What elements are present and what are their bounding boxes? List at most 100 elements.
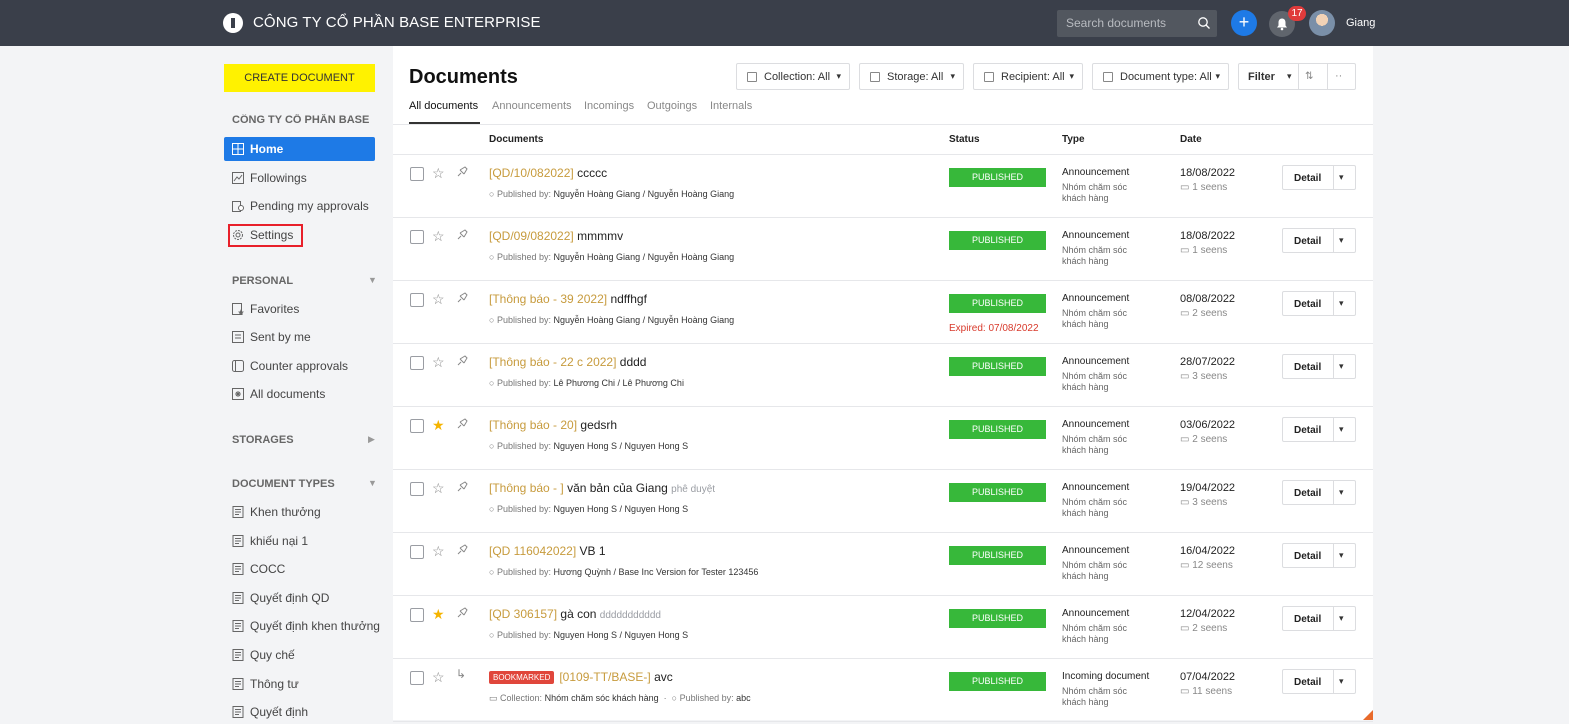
table-row[interactable]: ☆ [QD/10/082022] ccccc ○ Published by: Ngu… bbox=[393, 155, 1373, 218]
status-badge[interactable]: PUBLISHED bbox=[949, 357, 1046, 376]
publisher-name[interactable]: abc bbox=[736, 693, 751, 703]
pin-icon[interactable] bbox=[456, 292, 468, 304]
create-plus-button[interactable]: + bbox=[1231, 10, 1257, 36]
chevron-down-icon[interactable]: ▾ bbox=[1339, 361, 1344, 372]
status-badge[interactable]: PUBLISHED bbox=[949, 231, 1046, 250]
collection-filter[interactable]: Collection: All ▾ bbox=[736, 63, 850, 90]
tab-all-documents[interactable]: All documents bbox=[409, 100, 478, 112]
chevron-down-icon[interactable]: ▾ bbox=[1339, 676, 1344, 687]
recipient-filter[interactable]: Recipient: All ▾ bbox=[973, 63, 1083, 90]
detail-button[interactable]: Detail bbox=[1294, 236, 1321, 247]
chevron-down-icon[interactable]: ▾ bbox=[1287, 71, 1292, 82]
star-icon[interactable]: ★ bbox=[432, 606, 445, 623]
chevron-down-icon[interactable]: ▾ bbox=[1339, 550, 1344, 561]
row-checkbox[interactable] bbox=[410, 608, 424, 622]
storage-filter[interactable]: Storage: All ▾ bbox=[859, 63, 964, 90]
publisher-name[interactable]: Nguyễn Hoàng Giang / Nguyễn Hoàng Giang bbox=[554, 189, 735, 199]
search-input[interactable] bbox=[1066, 16, 1186, 30]
document-name[interactable]: văn bản của Giang bbox=[567, 481, 668, 495]
tab-announcements[interactable]: Announcements bbox=[492, 100, 572, 112]
detail-button[interactable]: Detail bbox=[1294, 299, 1321, 310]
document-title[interactable]: [Thông báo - 39 2022] ndffhgf bbox=[489, 292, 647, 306]
publisher-name[interactable]: Nguyen Hong S / Nguyen Hong S bbox=[554, 630, 689, 640]
company-name[interactable]: CÔNG TY CỔ PHẦN BASE ENTERPRISE bbox=[253, 14, 541, 31]
detail-button[interactable]: Detail bbox=[1294, 551, 1321, 562]
pin-icon[interactable] bbox=[456, 229, 468, 241]
detail-button[interactable]: Detail bbox=[1294, 362, 1321, 373]
status-badge[interactable]: PUBLISHED bbox=[949, 168, 1046, 187]
status-badge[interactable]: PUBLISHED bbox=[949, 294, 1046, 313]
sidebar-item-sent-by-me[interactable]: Sent by me bbox=[224, 325, 375, 349]
document-code[interactable]: [Thông báo - 20] bbox=[489, 418, 577, 432]
chevron-down-icon[interactable]: ▾ bbox=[1339, 172, 1344, 183]
sidebar-item-document-type[interactable]: Quyết định bbox=[224, 700, 375, 724]
document-type-filter[interactable]: Document type: All ▾ bbox=[1092, 63, 1229, 90]
chevron-down-icon[interactable]: ▾ bbox=[1339, 424, 1344, 435]
pin-icon[interactable] bbox=[456, 544, 468, 556]
sidebar-item-document-type[interactable]: khiếu nại 1 bbox=[224, 529, 375, 553]
document-title[interactable]: [Thông báo - 22 c 2022] dddd bbox=[489, 355, 646, 369]
storages-section-title[interactable]: STORAGES bbox=[232, 434, 294, 446]
chevron-down-icon[interactable]: ▾ bbox=[1339, 487, 1344, 498]
sidebar-item-home[interactable]: Home bbox=[224, 137, 375, 161]
pin-icon[interactable] bbox=[456, 166, 468, 178]
sidebar-item-followings[interactable]: Followings bbox=[224, 166, 375, 190]
sidebar-item-counter-approvals[interactable]: Counter approvals bbox=[224, 354, 375, 378]
row-checkbox[interactable] bbox=[410, 230, 424, 244]
filter-button[interactable]: Filter bbox=[1248, 71, 1275, 83]
table-row[interactable]: ☆ ↳ BOOKMARKED [0109-TT/BASE-] avc ▭ Collect… bbox=[393, 659, 1373, 722]
pin-icon[interactable] bbox=[456, 607, 468, 619]
chevron-down-icon[interactable]: ▼ bbox=[368, 275, 377, 285]
username[interactable]: Giang bbox=[1346, 17, 1375, 29]
document-code[interactable]: [QD 116042022] bbox=[489, 544, 576, 558]
star-icon[interactable]: ☆ bbox=[432, 165, 445, 182]
status-badge[interactable]: PUBLISHED bbox=[949, 483, 1046, 502]
publisher-name[interactable]: Lê Phương Chi / Lê Phương Chi bbox=[554, 378, 684, 388]
table-row[interactable]: ☆ [Thông báo - 39 2022] ndffhgf ○ Publishe… bbox=[393, 281, 1373, 344]
star-icon[interactable]: ★ bbox=[432, 417, 445, 434]
sidebar-item-all-documents[interactable]: All documents bbox=[224, 382, 375, 406]
document-name[interactable]: gà con bbox=[560, 607, 596, 621]
row-checkbox[interactable] bbox=[410, 482, 424, 496]
detail-button[interactable]: Detail bbox=[1294, 425, 1321, 436]
sidebar-item-document-type[interactable]: Thông tư bbox=[224, 672, 375, 696]
sort-icon[interactable]: ⇅ bbox=[1305, 71, 1313, 82]
pin-icon[interactable] bbox=[456, 418, 468, 430]
more-options-icon[interactable]: ·· bbox=[1335, 70, 1342, 82]
document-name[interactable]: avc bbox=[654, 670, 673, 684]
search-icon[interactable] bbox=[1197, 16, 1211, 30]
status-badge[interactable]: PUBLISHED bbox=[949, 672, 1046, 691]
logo-icon[interactable] bbox=[223, 13, 243, 33]
publisher-name[interactable]: Nguyen Hong S / Nguyen Hong S bbox=[554, 441, 689, 451]
document-name[interactable]: ccccc bbox=[577, 166, 607, 180]
row-checkbox[interactable] bbox=[410, 419, 424, 433]
avatar[interactable] bbox=[1309, 10, 1335, 36]
document-title[interactable]: [QD 116042022] VB 1 bbox=[489, 544, 606, 558]
table-row[interactable]: ★ [Thông báo - 20] gedsrh ○ Published by: … bbox=[393, 407, 1373, 470]
table-row[interactable]: ☆ [Thông báo - ] văn bản của Giang phê du… bbox=[393, 470, 1373, 533]
chevron-right-icon[interactable]: ▶ bbox=[368, 434, 375, 445]
star-icon[interactable]: ☆ bbox=[432, 354, 445, 371]
document-name[interactable]: VB 1 bbox=[580, 544, 606, 558]
status-badge[interactable]: PUBLISHED bbox=[949, 420, 1046, 439]
row-checkbox[interactable] bbox=[410, 671, 424, 685]
document-name[interactable]: mmmmv bbox=[577, 229, 623, 243]
detail-button[interactable]: Detail bbox=[1294, 677, 1321, 688]
publisher-name[interactable]: Nguyen Hong S / Nguyen Hong S bbox=[554, 504, 689, 514]
sidebar-item-document-type[interactable]: Khen thưởng bbox=[224, 500, 375, 524]
tab-outgoings[interactable]: Outgoings bbox=[647, 100, 697, 112]
document-name[interactable]: dddd bbox=[620, 355, 647, 369]
document-types-section-title[interactable]: DOCUMENT TYPES bbox=[232, 478, 335, 490]
document-code[interactable]: [QD 306157] bbox=[489, 607, 557, 621]
document-code[interactable]: [Thông báo - 39 2022] bbox=[489, 292, 607, 306]
table-row[interactable]: ☆ [QD/09/082022] mmmmv ○ Published by: Ngu… bbox=[393, 218, 1373, 281]
org-name[interactable]: CÔNG TY CỔ PHẦN BASE E. bbox=[232, 114, 372, 126]
chevron-down-icon[interactable]: ▾ bbox=[1339, 298, 1344, 309]
document-title[interactable]: [QD/09/082022] mmmmv bbox=[489, 229, 623, 243]
row-checkbox[interactable] bbox=[410, 356, 424, 370]
pin-icon[interactable] bbox=[456, 481, 468, 493]
document-title[interactable]: [Thông báo - ] văn bản của Giang phê duy… bbox=[489, 481, 715, 495]
create-document-button[interactable]: CREATE DOCUMENT bbox=[224, 64, 375, 92]
document-code[interactable]: [Thông báo - ] bbox=[489, 481, 564, 495]
document-title[interactable]: [QD/10/082022] ccccc bbox=[489, 166, 607, 180]
